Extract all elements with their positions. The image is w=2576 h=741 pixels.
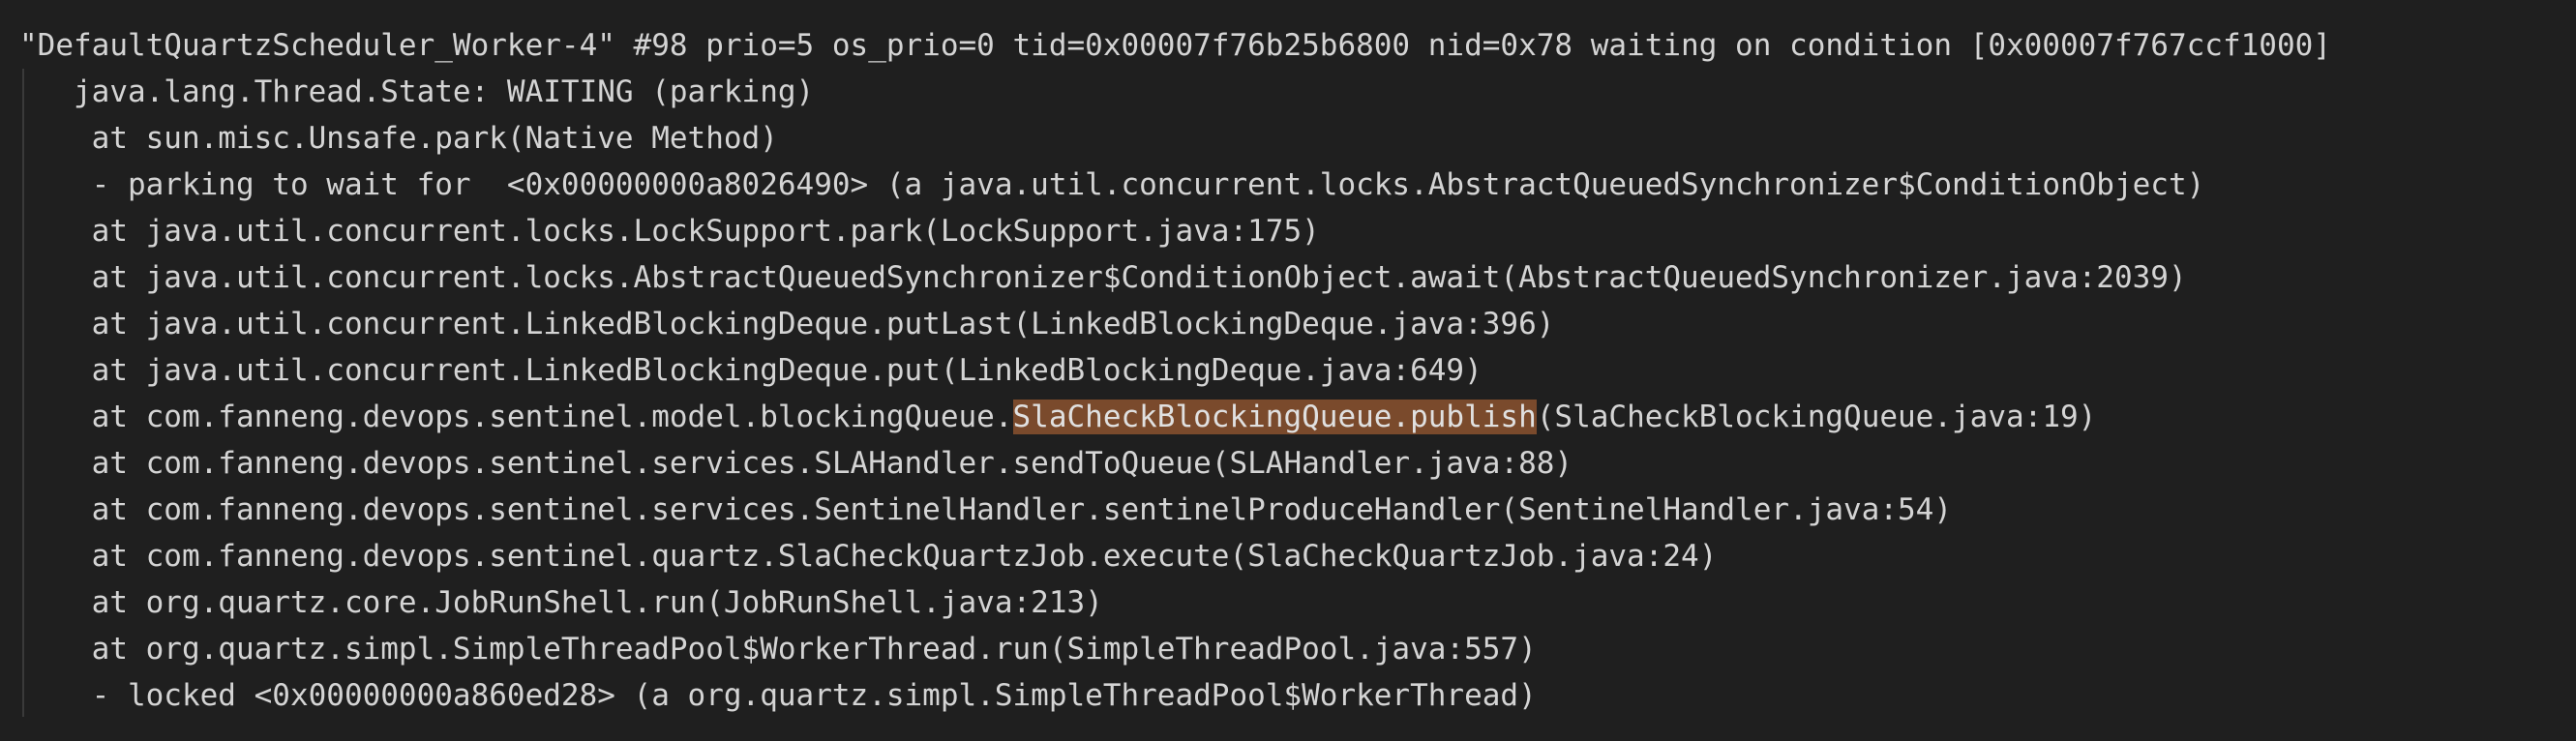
thread-dump-text-area[interactable]: "DefaultQuartzScheduler_Worker-4" #98 pr… — [0, 0, 2576, 741]
thread-state-line: java.lang.Thread.State: WAITING (parking… — [19, 74, 815, 109]
stack-frame-line: at sun.misc.Unsafe.park(Native Method) — [19, 121, 778, 156]
stack-frame-line: at org.quartz.core.JobRunShell.run(JobRu… — [19, 585, 1103, 620]
parking-wait-line: - parking to wait for <0x00000000a802649… — [19, 167, 2205, 202]
stack-frame-line: at com.fanneng.devops.sentinel.quartz.Sl… — [19, 539, 1718, 574]
thread-header-line: "DefaultQuartzScheduler_Worker-4" #98 pr… — [19, 28, 2331, 63]
stack-frame-line: at java.util.concurrent.locks.LockSuppor… — [19, 214, 1320, 249]
stack-frame-line: at java.util.concurrent.LinkedBlockingDe… — [19, 307, 1555, 341]
stack-frame-line: at java.util.concurrent.locks.AbstractQu… — [19, 260, 2187, 295]
frame-prefix: at com.fanneng.devops.sentinel.model.blo… — [19, 400, 1013, 434]
search-match-highlight: SlaCheckBlockingQueue.publish — [1012, 400, 1537, 434]
stack-frame-line: at com.fanneng.devops.sentinel.services.… — [19, 446, 1573, 481]
stack-frame-line: at java.util.concurrent.LinkedBlockingDe… — [19, 353, 1483, 388]
frame-suffix: (SlaCheckBlockingQueue.java:19) — [1536, 400, 2097, 434]
locked-monitor-line: - locked <0x00000000a860ed28> (a org.qua… — [19, 678, 1537, 713]
stack-frame-line: at com.fanneng.devops.sentinel.services.… — [19, 492, 1953, 527]
highlighted-stack-frame-line: at com.fanneng.devops.sentinel.model.blo… — [19, 394, 2096, 440]
stack-frame-line: at org.quartz.simpl.SimpleThreadPool$Wor… — [19, 632, 1537, 667]
